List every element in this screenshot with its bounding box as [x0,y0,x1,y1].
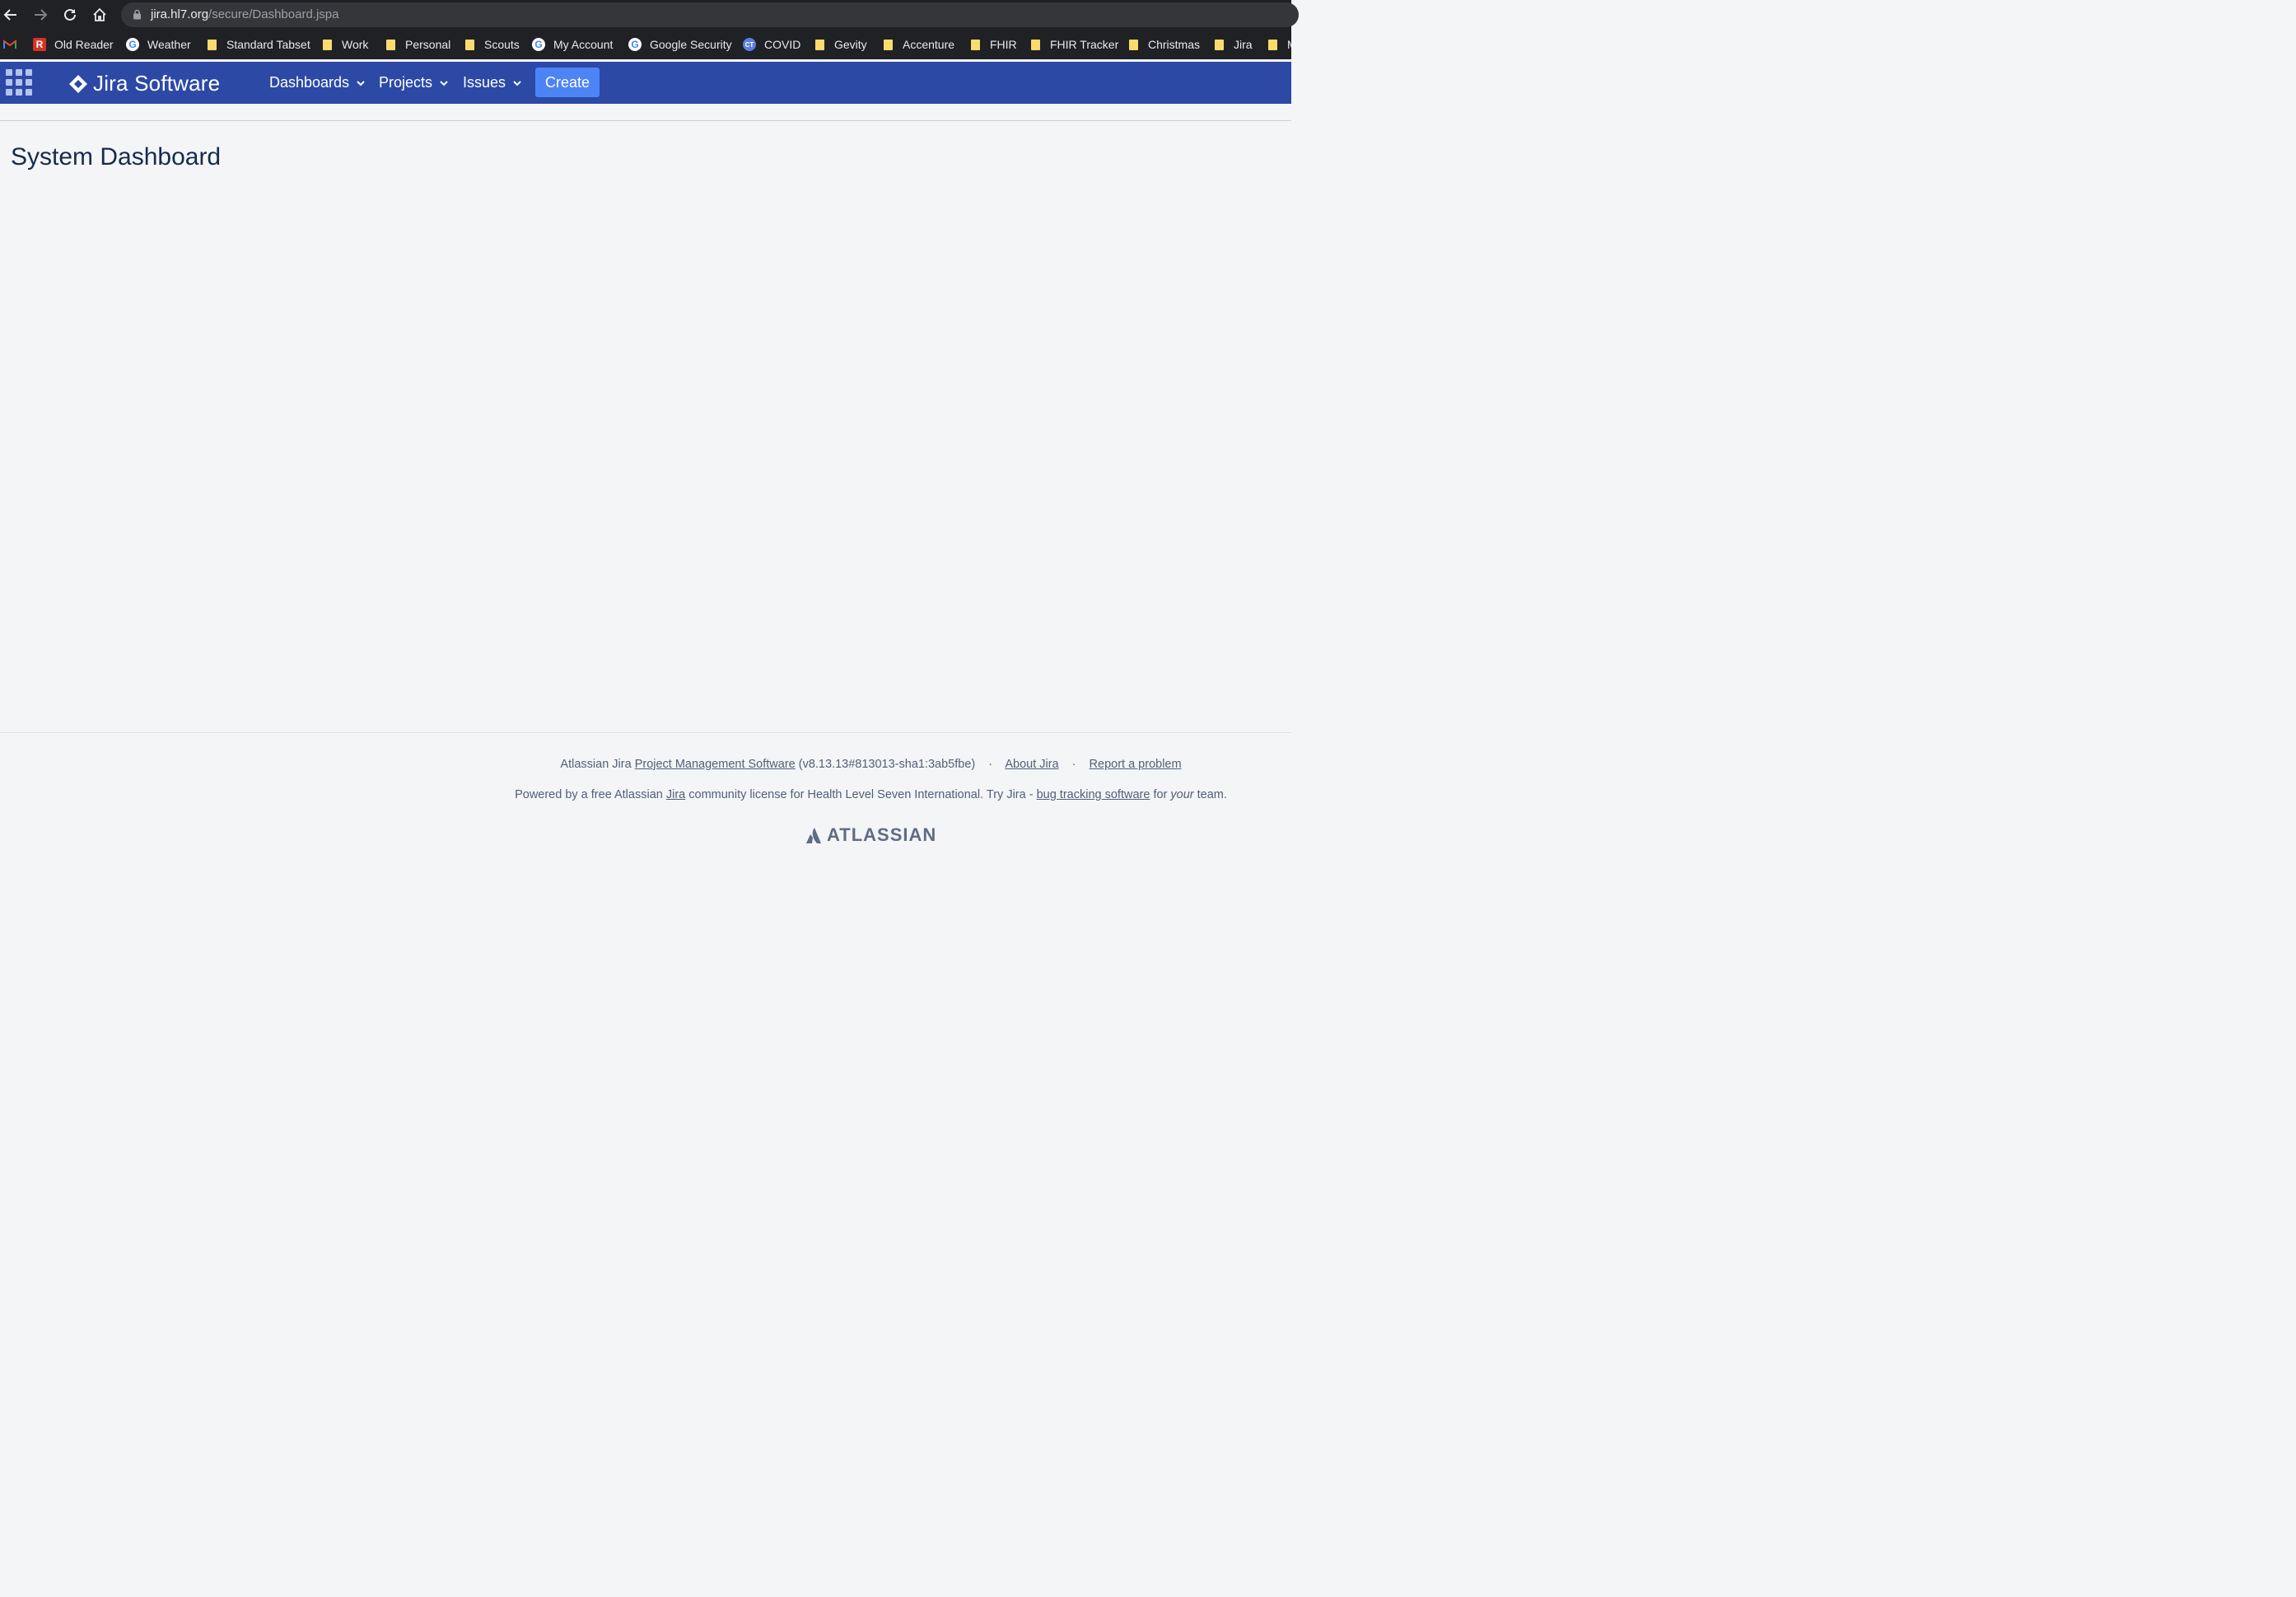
product-name: Jira Software [93,71,221,96]
jira-link[interactable]: Jira [666,788,685,801]
bookmark-label: Scouts [484,38,520,51]
bookmark-christmas[interactable]: Christmas [1127,36,1200,53]
bookmark-work[interactable]: Work [320,36,368,53]
google-icon: G [532,38,545,51]
footer-divider [0,732,1291,733]
chevron-down-icon [440,80,448,86]
divider [0,120,1291,121]
page-title: System Dashboard [11,143,222,170]
bookmark-covid[interactable]: CT COVID [743,36,800,53]
jira-diamond-icon [69,74,87,93]
folder-icon [1128,39,1138,50]
jira-header: Jira Software Dashboards Projects Issues… [0,62,1291,104]
footer-text: team. [1197,788,1227,801]
footer-text: for [1153,788,1168,801]
bookmark-label: FHIR [990,38,1017,51]
bookmark-label: COVID [764,38,801,51]
bookmark-personal[interactable]: Personal [384,36,450,53]
back-icon[interactable] [1,5,21,25]
google-icon: G [628,38,642,51]
folder-icon [464,39,474,50]
folder-icon [385,39,395,50]
reload-icon[interactable] [60,5,80,25]
bookmark-label: FHIR Tracker [1050,38,1119,51]
folder-icon [1030,39,1040,50]
bookmark-overflow[interactable]: M [1266,36,1291,53]
folder-icon [1214,39,1224,50]
folder-icon [1267,39,1277,50]
folder-icon [883,39,893,50]
bookmark-label: Standard Tabset [226,38,310,51]
menu-label: Dashboards [269,74,350,91]
bookmark-label: Personal [405,38,451,51]
footer-line-2: Powered by a free Atlassian Jira communi… [0,788,1742,801]
bookmark-accenture[interactable]: Accenture [881,36,954,53]
bookmark-label: Google Security [650,38,732,51]
bookmark-label: Work [342,38,369,51]
bookmark-label: Gevity [834,38,867,51]
bookmark-label: Weather [147,38,191,51]
bookmark-fhir-tracker[interactable]: FHIR Tracker [1029,36,1118,53]
browser-toolbar: jira.hl7.org/secure/Dashboard.jspa [0,0,1299,30]
home-icon[interactable] [90,5,110,25]
bookmark-scouts[interactable]: Scouts [463,36,520,53]
footer-text: community license for Health Level Seven… [688,788,1034,801]
bookmark-my-account[interactable]: G My Account [532,36,613,53]
bookmarks-bar: R Old Reader G Weather Standard Tabset W… [0,31,1291,56]
folder-icon [814,39,824,50]
gmail-icon [3,38,16,51]
app-switcher-icon[interactable] [6,69,32,96]
bookmark-jira[interactable]: Jira [1212,36,1253,53]
bookmark-standard-tabset[interactable]: Standard Tabset [205,36,310,53]
google-icon: G [126,38,139,51]
bookmark-old-reader[interactable]: R Old Reader [33,36,114,53]
forward-icon[interactable] [30,5,50,25]
ct-icon: CT [743,38,756,51]
bookmark-label: Jira [1234,38,1253,51]
dashboards-menu[interactable]: Dashboards [269,74,366,91]
menu-label: Projects [379,74,433,91]
folder-icon [322,39,332,50]
report-problem-link[interactable]: Report a problem [1090,758,1182,771]
issues-menu[interactable]: Issues [463,74,522,91]
bug-tracking-link[interactable]: bug tracking software [1037,788,1150,801]
bookmark-label: Old Reader [54,38,114,51]
chevron-down-icon [357,80,365,86]
footer-text: Powered by a free Atlassian [515,788,663,801]
browser-chrome: jira.hl7.org/secure/Dashboard.jspa R Old… [0,0,1299,59]
bookmark-label: Christmas [1148,38,1201,51]
bookmark-label: M [1287,38,1291,51]
address-bar[interactable]: jira.hl7.org/secure/Dashboard.jspa [121,2,1299,27]
jira-logo[interactable]: Jira Software [68,71,220,96]
folder-icon [207,39,217,50]
lock-icon [133,9,142,24]
menu-label: Issues [463,74,506,91]
folder-icon [970,39,980,50]
bookmark-label: Accenture [903,38,955,51]
atlassian-logo[interactable]: ATLASSIAN [805,824,936,846]
bookmark-weather[interactable]: G Weather [126,36,191,53]
url-text: jira.hl7.org/secure/Dashboard.jspa [151,7,339,21]
bookmark-gevity[interactable]: Gevity [813,36,867,53]
create-button[interactable]: Create [535,68,600,97]
atlassian-wordmark: ATLASSIAN [827,824,937,845]
separator: · [988,758,993,771]
gmail-bookmark[interactable] [3,36,25,53]
version-text: (v8.13.13#813013-sha1:3ab5fbe) [798,758,976,771]
footer-line-1: Atlassian Jira Project Management Softwa… [0,758,1742,771]
footer-text: Atlassian Jira [560,758,632,771]
bookmark-label: My Account [553,38,614,51]
atlassian-icon [806,828,821,843]
reader-icon: R [33,38,46,51]
about-jira-link[interactable]: About Jira [1005,758,1058,771]
chevron-down-icon [513,80,521,86]
bookmark-fhir[interactable]: FHIR [968,36,1017,53]
bookmark-google-security[interactable]: G Google Security [628,36,732,53]
projects-menu[interactable]: Projects [379,74,449,91]
separator: · [1071,758,1076,771]
project-management-link[interactable]: Project Management Software [635,758,796,771]
footer-emphasis: your [1170,788,1194,801]
